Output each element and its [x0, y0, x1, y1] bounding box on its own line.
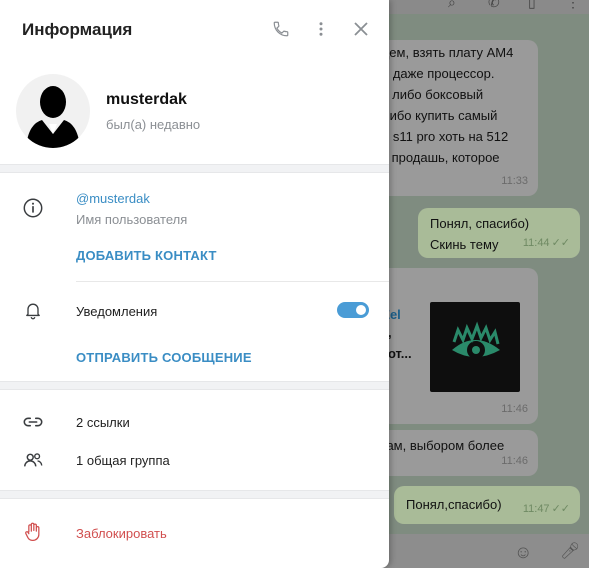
close-icon[interactable]	[350, 18, 372, 40]
block-hand-icon	[21, 520, 45, 544]
message-time: 11:46	[501, 455, 528, 467]
message-line: цем, взять плату AM4	[382, 45, 514, 60]
add-contact-button[interactable]: ДОБАВИТЬ КОНТАКТ	[76, 248, 217, 263]
profile-status: был(а) недавно	[106, 117, 201, 132]
username-link[interactable]: @musterdak	[76, 191, 150, 206]
microphone-icon[interactable]: 🎤︎	[560, 541, 580, 561]
message-time: 11:44 ✓✓	[522, 237, 570, 249]
phone-icon[interactable]: ✆	[488, 0, 506, 12]
chat-message: цем, взять плату AM4 0 даже процессор. у…	[370, 40, 538, 196]
chat-message: Понял,спасибо) 11:47 ✓✓	[394, 486, 580, 524]
divider	[76, 281, 389, 282]
bell-icon	[21, 298, 45, 322]
chat-message: Понял, спасибо) Скинь тему 11:44 ✓✓	[418, 208, 580, 258]
message-line: Понял, спасибо)	[430, 216, 530, 231]
section-divider	[0, 164, 389, 173]
message-line: g s11 pro хоть на 512	[382, 129, 509, 144]
section-divider	[0, 381, 389, 390]
panel-header: Информация	[0, 0, 389, 60]
message-time: 11:47 ✓✓	[522, 503, 570, 515]
double-check-icon: ✓✓	[551, 237, 570, 249]
link-icon	[21, 410, 45, 434]
search-icon[interactable]: ⌕	[448, 0, 466, 12]
notifications-label: Уведомления	[76, 304, 158, 319]
sidebar-icon[interactable]: ▯	[528, 0, 546, 12]
panel-title: Информация	[22, 20, 133, 39]
message-line: 0 даже процессор.	[382, 66, 495, 81]
section-divider	[0, 490, 389, 499]
phone-icon[interactable]	[270, 18, 292, 40]
message-time: 11:33	[501, 175, 528, 187]
common-groups-item[interactable]: 1 общая группа	[76, 453, 170, 468]
chat-message: гам, выбором более 11:46	[370, 430, 538, 476]
send-message-button[interactable]: ОТПРАВИТЬ СООБЩЕНИЕ	[76, 350, 252, 365]
message-line: т продашь, которое	[382, 150, 500, 165]
chat-message: Zel и, рот... в 11:46	[370, 268, 538, 424]
message-time: 11:46	[501, 403, 528, 415]
double-check-icon: ✓✓	[551, 503, 570, 515]
emoji-icon[interactable]: ☺	[514, 542, 532, 563]
more-vertical-icon[interactable]	[310, 18, 332, 40]
message-line: у либо боксовый	[382, 87, 484, 102]
avatar[interactable]	[16, 74, 90, 148]
profile-section: musterdak был(а) недавно	[0, 60, 389, 164]
user-info-panel: Информация musterdak был(а) недавно @mus…	[0, 0, 389, 568]
block-user-button[interactable]: Заблокировать	[76, 526, 167, 541]
notifications-toggle[interactable]	[337, 302, 369, 318]
username-caption: Имя пользователя	[76, 212, 188, 227]
profile-name: musterdak	[106, 91, 187, 108]
group-icon	[21, 448, 45, 472]
toggle-knob	[354, 303, 368, 317]
info-icon	[21, 196, 45, 220]
more-vertical-icon[interactable]: ⋮	[566, 0, 584, 12]
shared-links-item[interactable]: 2 ссылки	[76, 415, 130, 430]
message-line: либо купить самый	[382, 108, 498, 123]
link-preview-image[interactable]	[430, 302, 520, 392]
